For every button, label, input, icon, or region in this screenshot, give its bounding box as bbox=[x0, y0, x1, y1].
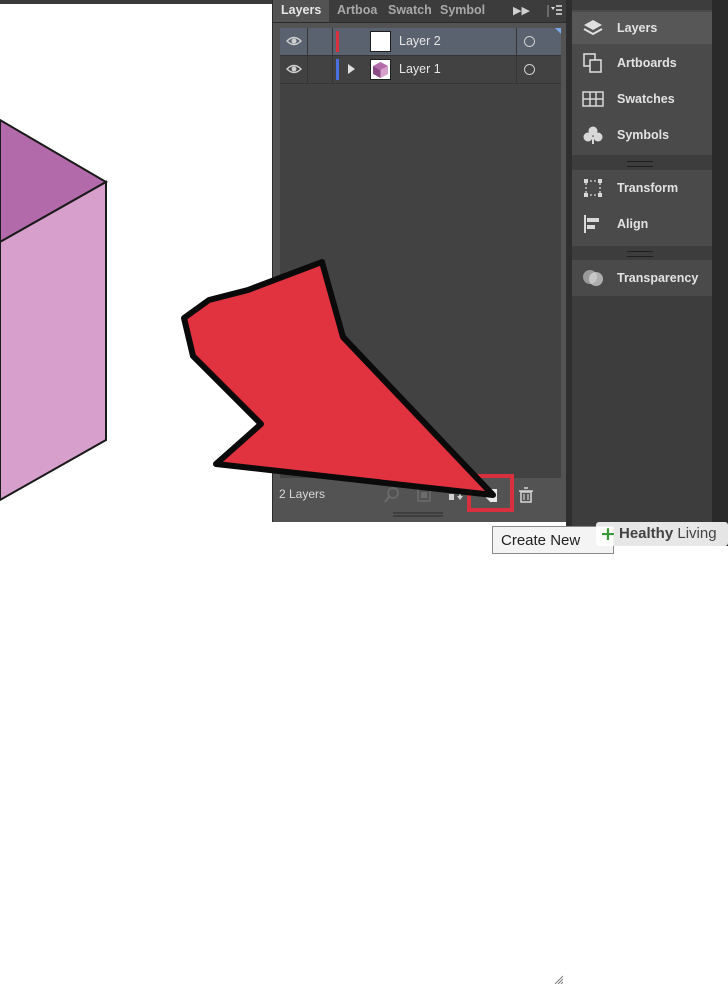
transform-icon bbox=[584, 179, 602, 197]
dock-label: Swatches bbox=[617, 92, 675, 106]
dock-item-symbols[interactable]: Symbols bbox=[572, 119, 712, 151]
dock-label: Artboards bbox=[617, 56, 677, 70]
dock-item-align[interactable]: Align bbox=[572, 208, 712, 240]
target-circle-icon[interactable] bbox=[524, 36, 535, 47]
eye-visibility-icon[interactable] bbox=[286, 34, 302, 48]
locate-object-icon[interactable] bbox=[383, 486, 401, 504]
dock-item-layers[interactable]: Layers bbox=[572, 12, 712, 44]
make-clipping-mask-icon[interactable] bbox=[415, 486, 433, 504]
layer-thumbnail bbox=[370, 59, 391, 80]
swatches-icon bbox=[582, 91, 604, 107]
dock-label: Layers bbox=[617, 21, 658, 35]
watermark-text: Healthy Living bbox=[619, 525, 717, 542]
artboards-icon bbox=[583, 53, 602, 73]
watermark-bold: Healthy bbox=[619, 525, 674, 542]
tooltip-text: Create New bbox=[501, 532, 581, 549]
layers-panel: Layers Artboa Swatch Symbol ▶▶ Layer 2 L… bbox=[272, 0, 567, 984]
panel-footer: 2 Layers bbox=[273, 474, 567, 984]
purple-cube-artwork[interactable] bbox=[0, 0, 272, 546]
target-circle-icon[interactable] bbox=[524, 64, 535, 75]
dock-grip[interactable] bbox=[627, 161, 653, 167]
delete-icon[interactable] bbox=[517, 486, 535, 504]
panel-dock: Layers Artboards Swatches Symbols Transf… bbox=[572, 0, 712, 546]
panel-drag-grip[interactable] bbox=[393, 512, 443, 518]
dock-group-1: Layers Artboards Swatches Symbols bbox=[572, 10, 712, 155]
tab-symbols[interactable]: Symbol bbox=[440, 0, 485, 22]
purple-cube-thumbnail-icon bbox=[373, 62, 388, 78]
layer-name[interactable]: Layer 1 bbox=[399, 56, 441, 83]
watermark-logo: + Healthy Living bbox=[596, 522, 728, 546]
artboard-canvas[interactable] bbox=[0, 0, 272, 546]
resize-grip-icon[interactable] bbox=[553, 974, 563, 984]
watermark-rest: Living bbox=[673, 525, 717, 542]
column-divider bbox=[516, 28, 517, 55]
dock-group-2: Transform Align bbox=[572, 170, 712, 246]
layer-row-layer-1[interactable]: Layer 1 bbox=[280, 56, 561, 84]
dock-label: Transform bbox=[617, 181, 679, 195]
dock-label: Symbols bbox=[617, 128, 670, 142]
layer-color-bar bbox=[336, 59, 339, 80]
selection-corner-mark bbox=[555, 28, 561, 34]
column-divider bbox=[516, 56, 517, 83]
layers-list: Layer 2 Layer 1 bbox=[280, 28, 561, 478]
layer-thumbnail bbox=[370, 31, 391, 52]
dock-label: Transparency bbox=[617, 271, 699, 285]
layer-color-bar bbox=[336, 31, 339, 52]
panel-menu-icon[interactable] bbox=[547, 3, 563, 18]
column-divider bbox=[332, 56, 333, 83]
dock-label: Align bbox=[617, 217, 649, 231]
symbols-icon bbox=[583, 126, 603, 144]
dock-item-swatches[interactable]: Swatches bbox=[572, 83, 712, 115]
dock-edge bbox=[712, 0, 728, 546]
dock-grip[interactable] bbox=[627, 251, 653, 257]
column-divider bbox=[332, 28, 333, 55]
eye-visibility-icon[interactable] bbox=[286, 62, 302, 76]
panel-tab-bar: Layers Artboa Swatch Symbol ▶▶ bbox=[273, 0, 567, 23]
align-icon bbox=[584, 215, 599, 233]
dock-item-artboards[interactable]: Artboards bbox=[572, 47, 712, 79]
create-sublayer-icon[interactable] bbox=[447, 486, 465, 504]
column-divider bbox=[307, 28, 308, 55]
double-chevron-right-icon[interactable]: ▶▶ bbox=[513, 4, 530, 18]
layers-icon bbox=[583, 20, 603, 36]
dock-item-transform[interactable]: Transform bbox=[572, 172, 712, 204]
transparency-icon bbox=[583, 270, 603, 286]
tab-swatches[interactable]: Swatch bbox=[388, 0, 432, 22]
new-layer-highlight-box bbox=[467, 474, 514, 512]
tab-layers[interactable]: Layers bbox=[273, 0, 330, 22]
layer-count: 2 Layers bbox=[279, 487, 326, 501]
layer-name[interactable]: Layer 2 bbox=[399, 28, 441, 55]
plus-icon: + bbox=[600, 523, 616, 545]
tab-artboards[interactable]: Artboa bbox=[337, 0, 377, 22]
dock-group-3: Transparency bbox=[572, 260, 712, 296]
column-divider bbox=[307, 56, 308, 83]
dock-item-transparency[interactable]: Transparency bbox=[572, 262, 712, 294]
expand-triangle-icon[interactable] bbox=[348, 64, 355, 74]
layer-row-layer-2[interactable]: Layer 2 bbox=[280, 28, 561, 56]
